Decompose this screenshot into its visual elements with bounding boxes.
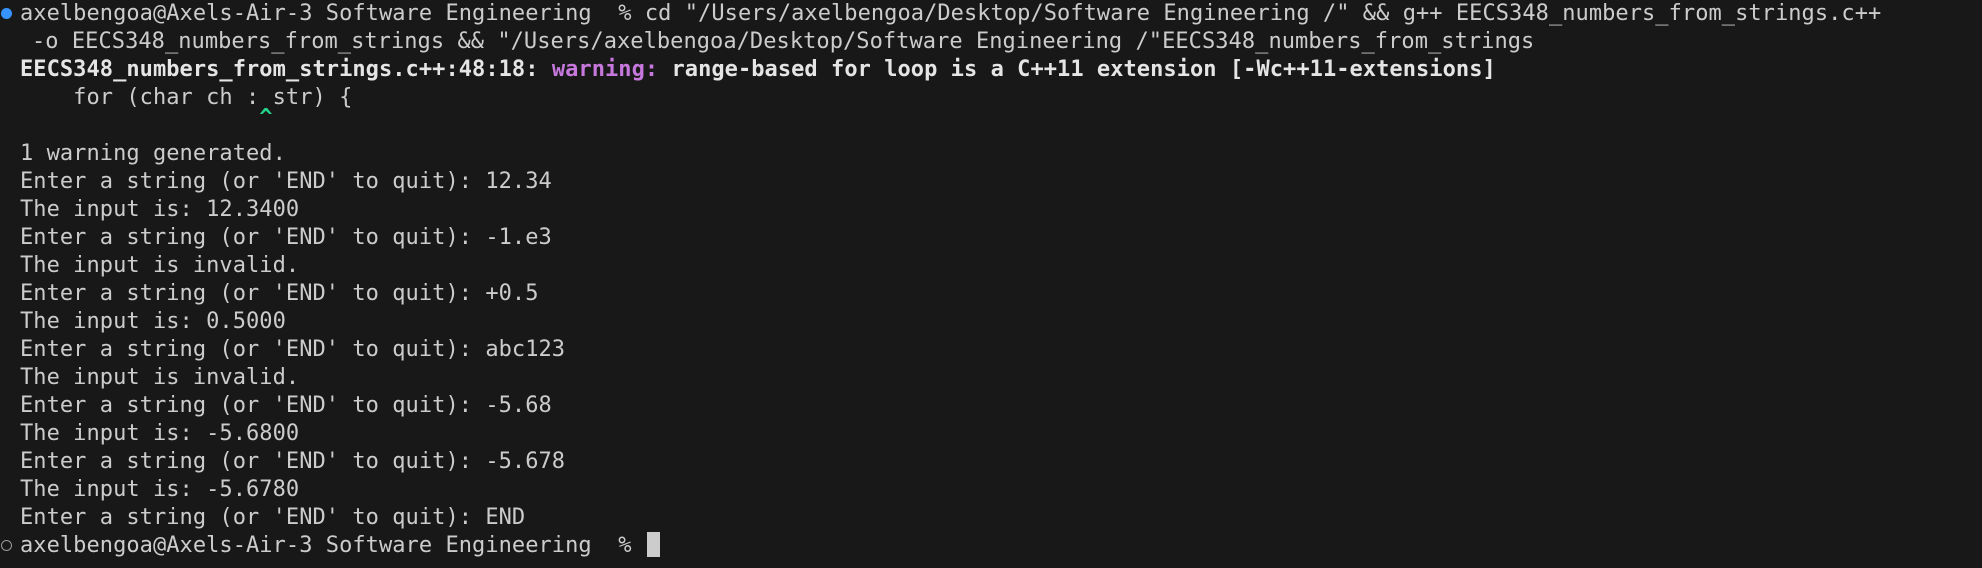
session-line: The input is: -5.6800 bbox=[20, 421, 300, 446]
session-line: Enter a string (or 'END' to quit): -5.67… bbox=[20, 449, 566, 474]
session-line: The input is invalid. bbox=[20, 253, 300, 278]
command-continuation: -o EECS348_numbers_from_strings && "/Use… bbox=[32, 29, 1535, 54]
session-line: Enter a string (or 'END' to quit): 12.34 bbox=[20, 169, 552, 194]
warning-caret-line: ^ bbox=[20, 105, 273, 130]
command-text: cd "/Users/axelbengoa/Desktop/Software E… bbox=[644, 1, 1882, 26]
terminal-panel[interactable]: axelbengoa@Axels-Air-3 Software Engineer… bbox=[0, 0, 1982, 568]
command-line: axelbengoa@Axels-Air-3 Software Engineer… bbox=[20, 0, 1881, 28]
session-line: Enter a string (or 'END' to quit): END bbox=[20, 505, 526, 530]
session-line: The input is: -5.6780 bbox=[20, 477, 300, 502]
text-cursor bbox=[646, 532, 660, 557]
session-line: Enter a string (or 'END' to quit): -5.68 bbox=[20, 393, 552, 418]
warning-summary: 1 warning generated. bbox=[20, 141, 286, 166]
compiler-warning-line: EECS348_numbers_from_strings.c++:48:18: … bbox=[20, 56, 1496, 84]
session-line: Enter a string (or 'END' to quit): abc12… bbox=[20, 337, 566, 362]
session-line: The input is: 0.5000 bbox=[20, 309, 286, 334]
final-prompt-line[interactable]: axelbengoa@Axels-Air-3 Software Engineer… bbox=[20, 532, 660, 560]
command-pending-dot-icon[interactable] bbox=[1, 540, 12, 551]
warning-location: EECS348_numbers_from_strings.c++:48:18: bbox=[20, 57, 552, 82]
shell-prompt: axelbengoa@Axels-Air-3 Software Engineer… bbox=[20, 533, 645, 558]
command-success-dot-icon[interactable] bbox=[1, 8, 12, 19]
warning-message: range-based for loop is a C++11 extensio… bbox=[658, 57, 1496, 82]
session-line: Enter a string (or 'END' to quit): +0.5 bbox=[20, 281, 539, 306]
session-line: The input is: 12.3400 bbox=[20, 197, 300, 222]
session-line: Enter a string (or 'END' to quit): -1.e3 bbox=[20, 225, 552, 250]
warning-label: warning: bbox=[551, 57, 659, 82]
shell-prompt: axelbengoa@Axels-Air-3 Software Engineer… bbox=[20, 1, 645, 26]
session-line: The input is invalid. bbox=[20, 365, 300, 390]
